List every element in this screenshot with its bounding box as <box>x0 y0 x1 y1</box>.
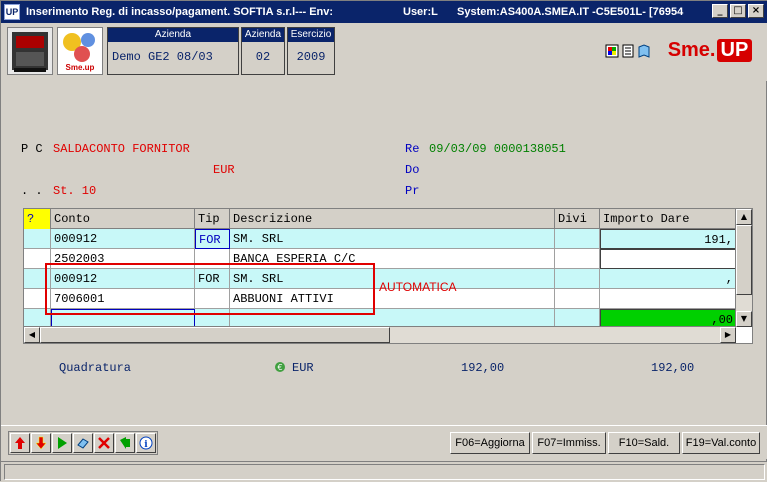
tip-cell[interactable]: FOR <box>195 229 230 249</box>
info-icon[interactable]: i <box>136 433 156 453</box>
svg-text:€: € <box>277 363 282 372</box>
smeup-brand-logo: Sme. UP <box>663 33 757 67</box>
esercizio-box: Esercizio 2009 <box>287 27 335 75</box>
hscroll-thumb[interactable] <box>40 327 390 343</box>
scroll-down-icon[interactable]: ▼ <box>736 311 752 327</box>
table-row[interactable]: 000912 FOR SM. SRL 191, <box>24 229 736 249</box>
importo-cell[interactable] <box>600 249 736 269</box>
status-bar <box>1 461 767 482</box>
color-palette-icon[interactable] <box>605 44 619 58</box>
azienda-caption: Azienda <box>108 28 238 42</box>
book-icon[interactable] <box>637 44 651 58</box>
pc-label: P C <box>21 142 43 156</box>
eraser-icon[interactable] <box>73 433 93 453</box>
pc-value: SALDACONTO FORNITOR <box>53 142 190 156</box>
divi-column-header[interactable]: Divi <box>555 209 600 229</box>
automatica-annotation: AUTOMATICA <box>379 280 457 294</box>
grid-header: ? Conto Tip Descrizione Divi Importo Dar… <box>24 209 736 229</box>
play-icon[interactable] <box>52 433 72 453</box>
dots-label: . . <box>21 184 43 198</box>
money-icon: € <box>273 361 287 373</box>
do-label: Do <box>405 163 420 177</box>
brand-up: UP <box>716 38 753 62</box>
conto-cell[interactable]: 000912 <box>51 229 195 249</box>
scroll-left-icon[interactable]: ◀ <box>24 327 40 343</box>
maximize-button[interactable]: □ <box>730 4 746 18</box>
st-value: St. 10 <box>53 184 97 198</box>
descrizione-cell[interactable]: SM. SRL <box>230 229 555 249</box>
importo-cell[interactable]: 191, <box>600 229 736 249</box>
nav-buttons: i <box>8 431 158 455</box>
azienda2-box: Azienda 02 <box>241 27 285 75</box>
esercizio-caption: Esercizio <box>288 28 334 42</box>
total-dare: 192,00 <box>461 361 505 375</box>
scroll-up-icon[interactable]: ▲ <box>736 209 752 225</box>
app-icon: UP <box>4 4 20 20</box>
arrow-down-icon[interactable] <box>31 433 51 453</box>
quadratura-label: Quadratura <box>59 361 132 375</box>
divi-cell[interactable] <box>555 269 600 289</box>
toolbar-icons <box>601 29 661 73</box>
document-icon[interactable] <box>621 44 635 58</box>
f19-valconto-button[interactable]: F19=Val.conto <box>682 432 760 454</box>
f07-immiss-button[interactable]: F07=Immiss. <box>532 432 606 454</box>
horizontal-scrollbar[interactable]: ◀ ▶ <box>24 326 736 343</box>
total-avere: 192,00 <box>651 361 695 375</box>
azienda2-value: 02 <box>255 50 271 64</box>
divi-cell[interactable] <box>555 249 600 269</box>
importo-cell[interactable] <box>600 289 736 309</box>
conto-column-header[interactable]: Conto <box>51 209 195 229</box>
title-bar: UP Inserimento Reg. di incasso/pagament.… <box>1 1 767 23</box>
svg-text:i: i <box>144 440 148 450</box>
arrow-up-icon[interactable] <box>10 433 30 453</box>
azienda-box: Azienda Demo GE2 08/03 <box>107 27 239 75</box>
main-window: UP Inserimento Reg. di incasso/pagament.… <box>0 0 767 482</box>
window-user: User:L <box>403 6 438 18</box>
f10-sald-button[interactable]: F10=Sald. <box>608 432 680 454</box>
header-bar: Sme.up Azienda Demo GE2 08/03 Azienda 02… <box>1 23 767 81</box>
machine-logo-icon[interactable] <box>7 27 53 75</box>
minimize-button[interactable]: _ <box>712 4 728 18</box>
window-system: System:AS400A.SMEA.IT -C5E501L- [76954 <box>457 6 684 18</box>
pr-label: Pr <box>405 184 420 198</box>
azienda2-caption: Azienda <box>242 28 284 42</box>
vertical-scrollbar[interactable]: ▲ ▼ <box>735 209 752 327</box>
highlight-box <box>45 263 375 315</box>
importo-dare-column-header[interactable]: Importo Dare <box>600 209 736 229</box>
divi-cell[interactable] <box>555 289 600 309</box>
help-column-header[interactable]: ? <box>24 209 51 229</box>
currency-label: EUR <box>213 163 235 177</box>
brand-sme: Sme. <box>667 38 716 61</box>
divi-cell[interactable] <box>555 229 600 249</box>
esercizio-value: 2009 <box>296 50 326 64</box>
scroll-right-icon[interactable]: ▶ <box>720 327 736 343</box>
close-button[interactable]: × <box>748 4 764 18</box>
re-label: Re <box>405 142 420 156</box>
importo-cell[interactable]: , <box>600 269 736 289</box>
back-icon[interactable] <box>115 433 135 453</box>
status-pane <box>4 464 765 480</box>
row-selector[interactable] <box>24 229 51 249</box>
totals-currency: EUR <box>292 361 314 375</box>
delete-icon[interactable] <box>94 433 114 453</box>
command-bar: i F06=Aggiorna F07=Immiss. F10=Sald. F19… <box>1 425 767 459</box>
logo-text: Sme.up <box>66 63 95 72</box>
smeup-gears-logo-icon[interactable]: Sme.up <box>57 27 103 75</box>
re-value: 09/03/09 0000138051 <box>429 142 566 156</box>
tip-column-header[interactable]: Tip <box>195 209 230 229</box>
f06-aggiorna-button[interactable]: F06=Aggiorna <box>450 432 530 454</box>
descrizione-column-header[interactable]: Descrizione <box>230 209 555 229</box>
window-title: Inserimento Reg. di incasso/pagament. SO… <box>26 6 334 18</box>
scroll-thumb[interactable] <box>736 225 752 295</box>
azienda-value: Demo GE2 08/03 <box>112 50 213 64</box>
